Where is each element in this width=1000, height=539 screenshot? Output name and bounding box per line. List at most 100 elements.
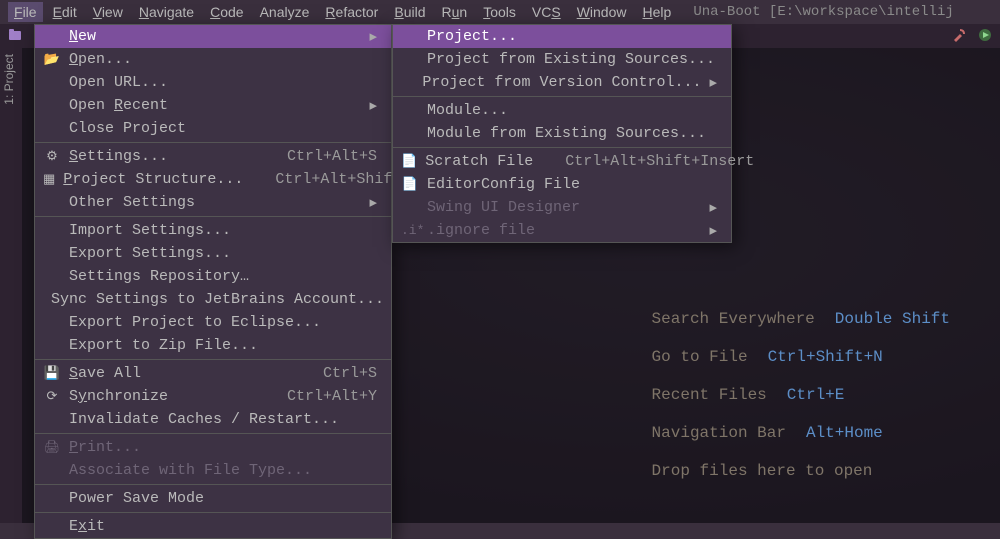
menu-item-label: Module...: [427, 102, 717, 119]
new-item-project-from-version-control[interactable]: Project from Version Control...▸: [393, 71, 731, 94]
file-item-open[interactable]: 📂Open...: [35, 48, 391, 71]
menu-item-label: Project...: [427, 28, 717, 45]
file-item-invalidate-caches-restart[interactable]: Invalidate Caches / Restart...: [35, 408, 391, 431]
hint-text: Recent Files: [652, 376, 767, 414]
menu-item-label: Project from Existing Sources...: [427, 51, 717, 68]
file-item-save-all[interactable]: 💾Save AllCtrl+S: [35, 362, 391, 385]
menu-refactor[interactable]: Refactor: [319, 2, 384, 22]
file-item-open-recent[interactable]: Open Recent ▸: [35, 94, 391, 117]
menu-navigate[interactable]: Navigate: [133, 2, 200, 22]
hint-row: Drop files here to open: [652, 452, 950, 490]
file-separator: [35, 433, 391, 434]
left-toolwindow-bar: 1: Project: [0, 48, 22, 523]
menu-item-label: New: [69, 28, 361, 45]
file-item-sync-settings-to-jetbrains-account[interactable]: Sync Settings to JetBrains Account...: [35, 288, 391, 311]
new-item-project[interactable]: Project...: [393, 25, 731, 48]
file-item-exit[interactable]: Exit: [35, 515, 391, 538]
menu-build[interactable]: Build: [388, 2, 431, 22]
menu-item-label: Project Structure...: [63, 171, 243, 188]
menu-item-shortcut: Ctrl+Alt+Shift+Insert: [565, 153, 754, 170]
menu-item-label: Associate with File Type...: [69, 462, 377, 479]
file-item-import-settings[interactable]: Import Settings...: [35, 219, 391, 242]
📄-icon: 📄: [401, 177, 419, 192]
menu-item-label: Export to Zip File...: [69, 337, 377, 354]
menu-file[interactable]: File: [8, 2, 43, 22]
hint-text: Go to File: [652, 338, 748, 376]
menu-vcs[interactable]: VCS: [526, 2, 567, 22]
💾-icon: 💾: [43, 366, 61, 381]
menu-item-label: EditorConfig File: [427, 176, 717, 193]
hint-text: Navigation Bar: [652, 414, 786, 452]
new-item-ignore-file: .i*.ignore file▸: [393, 219, 731, 242]
menu-help[interactable]: Help: [637, 2, 678, 22]
menu-item-label: Close Project: [69, 120, 377, 137]
file-separator: [35, 142, 391, 143]
file-item-export-to-zip-file[interactable]: Export to Zip File...: [35, 334, 391, 357]
new-item-module[interactable]: Module...: [393, 99, 731, 122]
menu-item-label: Settings...: [69, 148, 255, 165]
new-item-swing-ui-designer: Swing UI Designer▸: [393, 196, 731, 219]
hint-shortcut: Double Shift: [835, 300, 950, 338]
hint-shortcut: Ctrl+E: [787, 376, 845, 414]
hint-shortcut: Alt+Home: [806, 414, 883, 452]
⟳-icon: ⟳: [43, 389, 61, 404]
menu-edit[interactable]: Edit: [47, 2, 83, 22]
file-item-open-url[interactable]: Open URL...: [35, 71, 391, 94]
hint-row: Search EverywhereDouble Shift: [652, 300, 950, 338]
file-item-synchronize[interactable]: ⟳SynchronizeCtrl+Alt+Y: [35, 385, 391, 408]
new-separator: [393, 147, 731, 148]
file-item-project-structure[interactable]: ▦Project Structure...Ctrl+Alt+Shift+S: [35, 168, 391, 191]
menu-item-label: Sync Settings to JetBrains Account...: [51, 291, 384, 308]
submenu-arrow-icon: ▸: [369, 96, 377, 115]
menu-item-label: Export Project to Eclipse...: [69, 314, 377, 331]
new-item-scratch-file[interactable]: 📄Scratch FileCtrl+Alt+Shift+Insert: [393, 150, 731, 173]
hint-row: Recent Files Ctrl+E: [652, 376, 950, 414]
file-item-power-save-mode[interactable]: Power Save Mode: [35, 487, 391, 510]
new-item-editorconfig-file[interactable]: 📄 EditorConfig File: [393, 173, 731, 196]
menu-view[interactable]: View: [87, 2, 129, 22]
file-item-settings[interactable]: ⚙ Settings... Ctrl+Alt+S: [35, 145, 391, 168]
submenu-arrow-icon: ▸: [709, 221, 717, 240]
file-item-settings-repository[interactable]: Settings Repository…: [35, 265, 391, 288]
.i*-icon: .i*: [401, 223, 419, 238]
📄-icon: 📄: [401, 154, 417, 169]
menu-run[interactable]: Run: [435, 2, 473, 22]
menu-item-label: Print...: [69, 439, 377, 456]
menu-item-label: Open Recent: [69, 97, 361, 114]
project-toolwindow-tab[interactable]: 1: Project: [0, 48, 18, 111]
🖨-icon: 🖨: [43, 440, 61, 455]
menu-item-label: Synchronize: [69, 388, 255, 405]
hint-row: Navigation Bar Alt+Home: [652, 414, 950, 452]
menu-code[interactable]: Code: [204, 2, 249, 22]
file-separator: [35, 512, 391, 513]
file-item-other-settings[interactable]: Other Settings▸: [35, 191, 391, 214]
new-item-project-from-existing-sources[interactable]: Project from Existing Sources...: [393, 48, 731, 71]
⚙-icon: ⚙: [43, 149, 61, 164]
pickaxe-icon[interactable]: [952, 28, 966, 45]
file-item-export-project-to-eclipse[interactable]: Export Project to Eclipse...: [35, 311, 391, 334]
menu-analyze[interactable]: Analyze: [254, 2, 316, 22]
file-item-export-settings[interactable]: Export Settings...: [35, 242, 391, 265]
file-item-close-project[interactable]: Close Project: [35, 117, 391, 140]
welcome-hints: Search EverywhereDouble ShiftGo to File C…: [652, 300, 950, 490]
file-separator: [35, 216, 391, 217]
file-item-new[interactable]: New▸: [35, 25, 391, 48]
new-item-module-from-existing-sources[interactable]: Module from Existing Sources...: [393, 122, 731, 145]
menu-item-label: Project from Version Control...: [422, 74, 701, 91]
run-icon[interactable]: [978, 28, 992, 45]
file-item-print: 🖨 Print...: [35, 436, 391, 459]
menu-window[interactable]: Window: [571, 2, 633, 22]
hint-shortcut: Ctrl+Shift+N: [768, 338, 883, 376]
project-tool-icon[interactable]: [8, 28, 22, 45]
file-menu-popup: New▸📂Open... Open URL... Open Recent ▸ Close…: [34, 24, 392, 539]
new-submenu-popup: Project... Project from Existing Sources.…: [392, 24, 732, 243]
hint-text: Drop files here to open: [652, 452, 873, 490]
▦-icon: ▦: [43, 172, 55, 187]
file-separator: [35, 359, 391, 360]
menu-item-label: Open URL...: [69, 74, 377, 91]
menu-item-shortcut: Ctrl+S: [323, 365, 377, 382]
menu-item-label: Exit: [69, 518, 377, 535]
hint-row: Go to File Ctrl+Shift+N: [652, 338, 950, 376]
menu-item-shortcut: Ctrl+Alt+S: [287, 148, 377, 165]
menu-tools[interactable]: Tools: [477, 2, 522, 22]
